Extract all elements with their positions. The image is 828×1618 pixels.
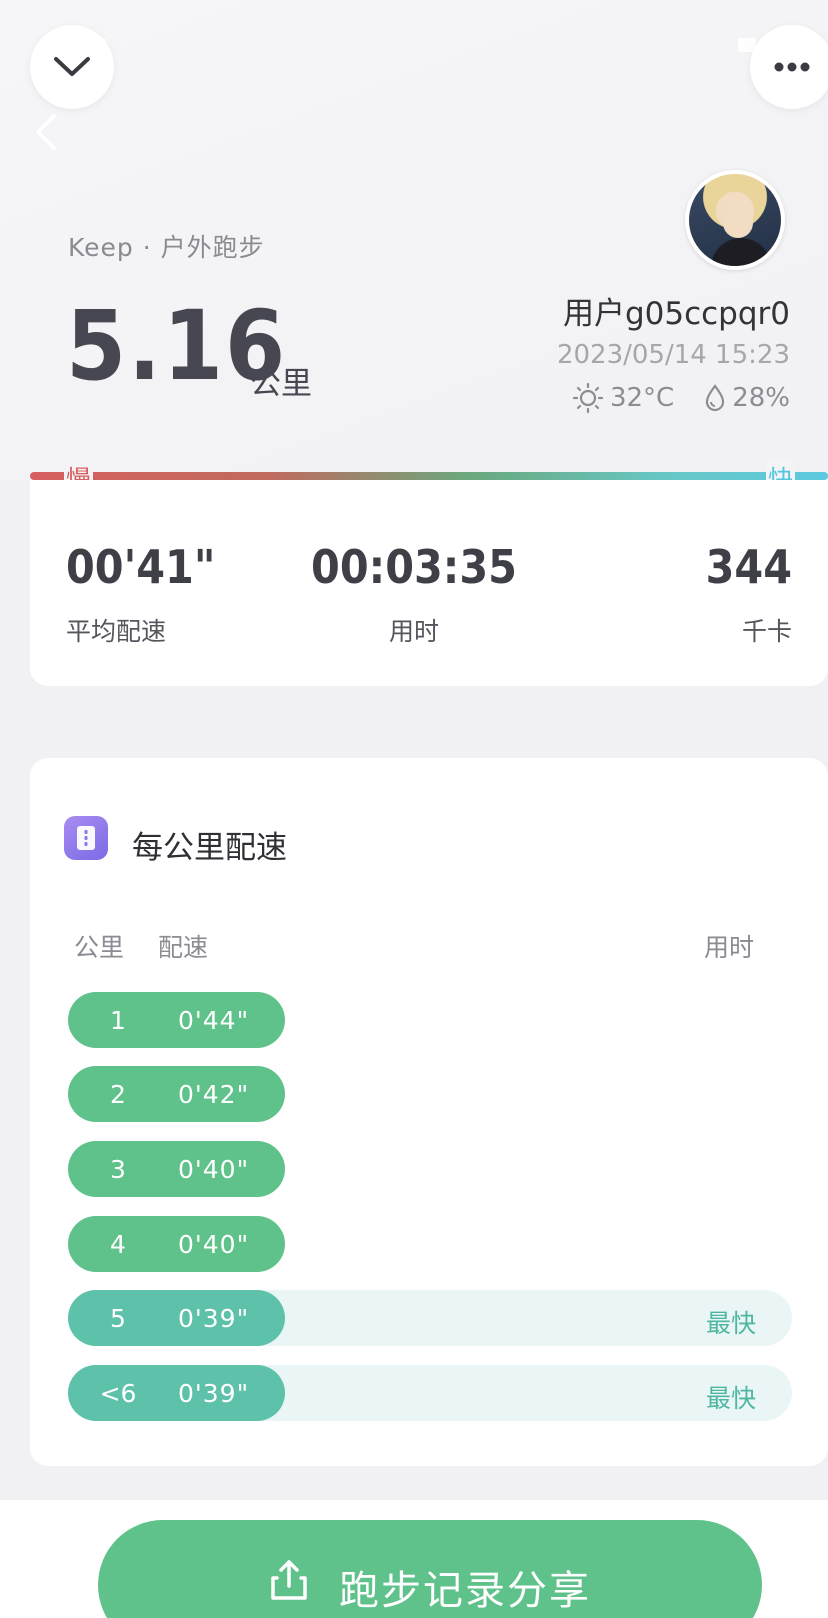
weather-info: 32°C 28% [572, 382, 790, 414]
share-label: 跑步记录分享 [339, 1568, 591, 1614]
split-pace: 0'39" [178, 1304, 250, 1333]
split-row-fastest: 5 0'39" 最快 [68, 1290, 792, 1346]
activity-source: Keep · 户外跑步 [68, 233, 265, 262]
road-icon [64, 816, 108, 860]
column-time: 用时 [704, 933, 755, 962]
duration-value: 00:03:35 [311, 540, 517, 594]
activity-datetime: 2023/05/14 15:23 [556, 340, 790, 370]
split-km: 5 [110, 1304, 126, 1333]
split-pace: 0'39" [178, 1379, 250, 1408]
splits-title: 每公里配速 [132, 830, 287, 866]
split-row-fastest: <6 0'39" 最快 [68, 1365, 792, 1421]
back-icon[interactable] [32, 112, 58, 152]
split-pace: 0'40" [178, 1230, 250, 1259]
distance-unit: 公里 [250, 366, 312, 402]
share-run-button[interactable]: 跑步记录分享 [98, 1520, 762, 1618]
split-km: 2 [110, 1080, 126, 1109]
username: 用户g05ccpqr0 [562, 296, 790, 332]
split-km: 1 [110, 1006, 126, 1035]
split-km: <6 [99, 1379, 137, 1408]
split-row: 4 0'40" [68, 1216, 792, 1272]
column-pace: 配速 [158, 933, 209, 962]
temperature: 32°C [609, 383, 675, 413]
collapse-button[interactable] [30, 25, 114, 109]
more-icon [774, 62, 810, 72]
pace-gradient-bar [30, 472, 828, 480]
split-pace: 0'42" [178, 1080, 250, 1109]
split-km: 4 [110, 1230, 126, 1259]
stats-card: 00'41" 平均配速 00:03:35 用时 344 千卡 [30, 480, 828, 686]
humidity-icon [706, 384, 725, 412]
calories-value: 344 [705, 540, 792, 594]
fastest-tag: 最快 [705, 1309, 756, 1338]
more-button[interactable] [750, 25, 828, 109]
avatar[interactable] [685, 170, 785, 270]
fastest-tag: 最快 [705, 1384, 756, 1413]
split-km: 3 [110, 1155, 126, 1184]
calories-label: 千卡 [741, 617, 792, 646]
splits-card: 每公里配速 公里 配速 用时 1 0'44" 2 0'42" 3 0'40" 4… [30, 758, 828, 1466]
sun-icon [572, 382, 604, 414]
column-km: 公里 [74, 933, 125, 962]
split-row: 2 0'42" [68, 1066, 792, 1122]
split-pace: 0'44" [178, 1006, 250, 1035]
humidity: 28% [732, 383, 790, 413]
duration-label: 用时 [388, 617, 439, 646]
share-icon [271, 1560, 307, 1600]
chevron-down-icon [54, 57, 90, 76]
split-pace: 0'40" [178, 1155, 250, 1184]
split-row: 3 0'40" [68, 1141, 792, 1197]
split-row: 1 0'44" [68, 992, 792, 1048]
